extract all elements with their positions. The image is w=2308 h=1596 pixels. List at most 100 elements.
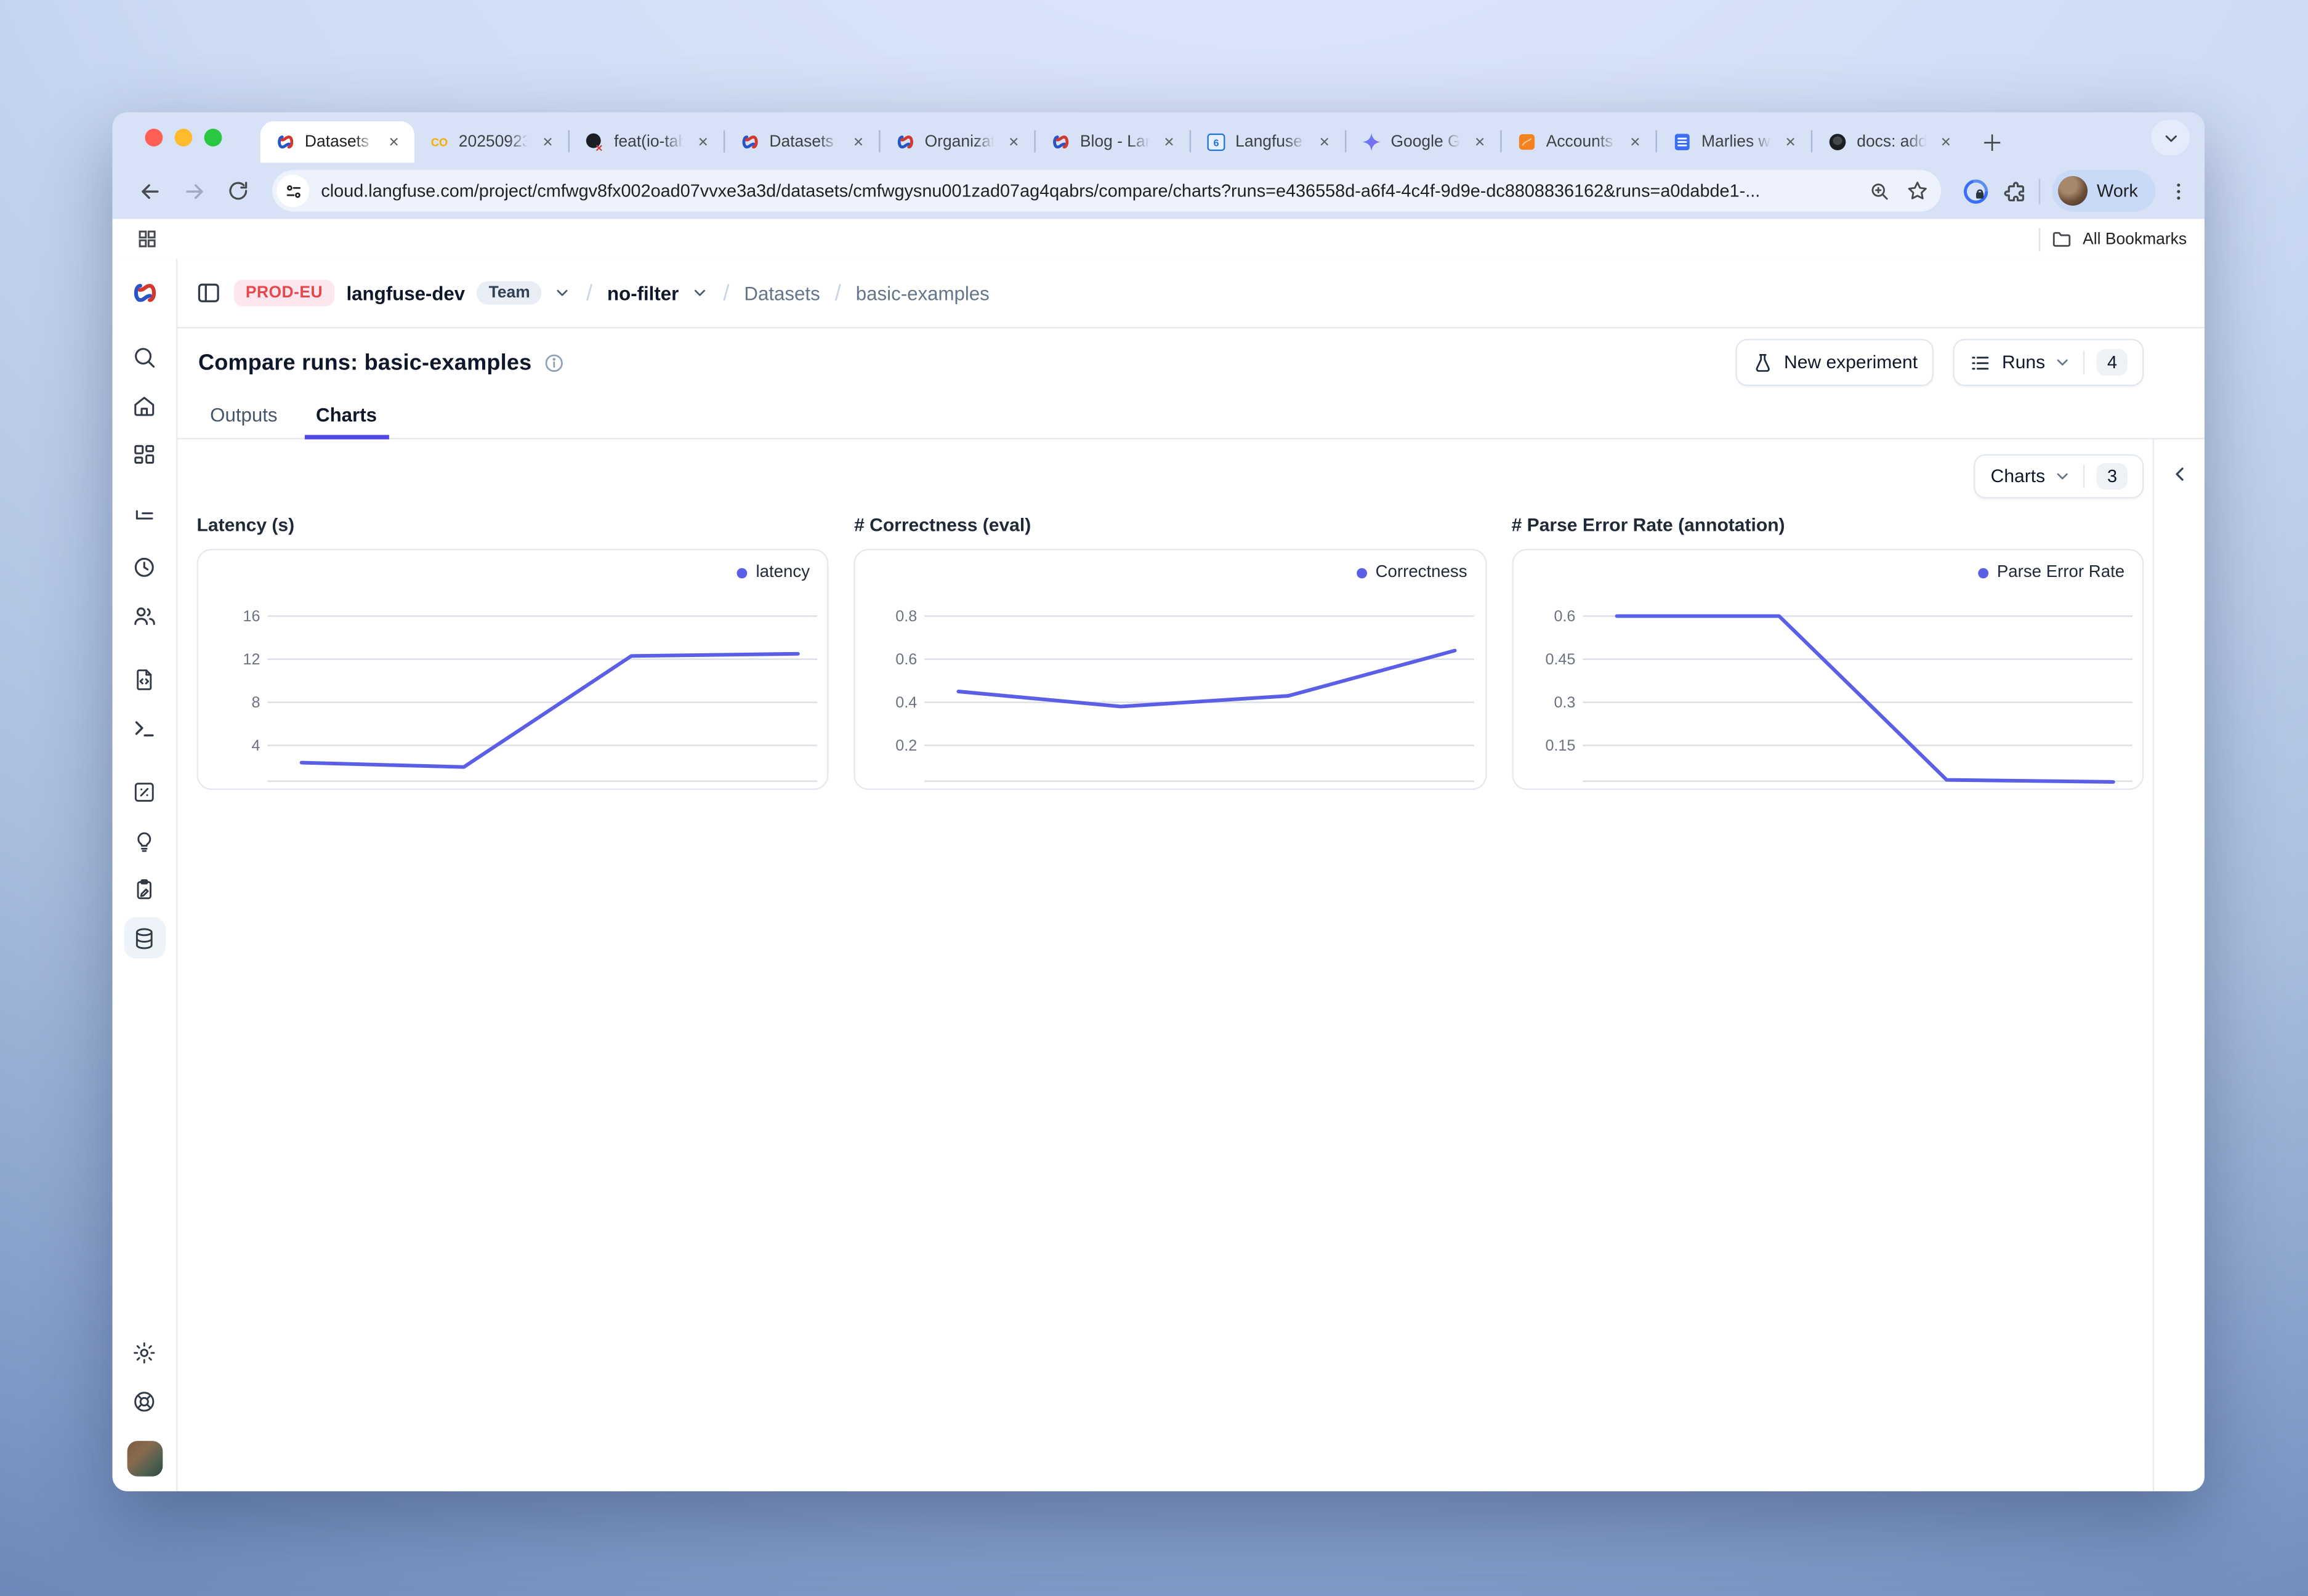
org-switcher-chevron-icon[interactable]: [554, 284, 571, 302]
kebab-menu-icon[interactable]: [2168, 180, 2190, 202]
sidebar-toggle-icon[interactable]: [195, 280, 222, 306]
tab-search-button[interactable]: [2151, 120, 2189, 156]
sidebar-item-insights[interactable]: [124, 820, 165, 861]
forward-arrow-icon: [181, 179, 206, 204]
tab-close-icon[interactable]: ✕: [1471, 132, 1488, 151]
runs-button[interactable]: Runs 4: [1953, 339, 2144, 386]
home-icon: [132, 393, 157, 418]
org-name[interactable]: langfuse-dev: [347, 282, 466, 304]
chart-title: # Correctness (eval): [854, 515, 1487, 536]
sidebar-item-search[interactable]: [124, 336, 165, 377]
browser-tab[interactable]: Accounts | ✕: [1502, 121, 1656, 163]
url-bar[interactable]: cloud.langfuse.com/project/cmfwgv8fx002o…: [272, 170, 1942, 211]
info-icon[interactable]: [544, 352, 566, 374]
runs-label: Runs: [2002, 352, 2045, 373]
tab-favicon-icon: 6: [1206, 132, 1227, 153]
sidebar-item-home[interactable]: [124, 385, 165, 426]
sidebar-item-users[interactable]: [124, 595, 165, 636]
sidebar-item-tracing[interactable]: [124, 497, 165, 538]
minimize-window-icon[interactable]: [175, 129, 193, 147]
svg-text:0.4: 0.4: [896, 694, 918, 711]
tab-close-icon[interactable]: ✕: [385, 132, 403, 151]
all-bookmarks[interactable]: All Bookmarks: [2038, 227, 2187, 251]
langfuse-logo-icon[interactable]: [128, 276, 161, 309]
chart-block: # Parse Error Rate (annotation) Parse Er…: [1512, 515, 2144, 790]
project-switcher-chevron-icon[interactable]: [691, 284, 709, 302]
breadcrumb-separator: /: [832, 280, 844, 305]
tab-close-icon[interactable]: ✕: [1937, 132, 1955, 151]
langfuse-app: PROD-EU langfuse-dev Team / no-filter / …: [113, 259, 2205, 1491]
new-experiment-button[interactable]: New experiment: [1735, 339, 1934, 386]
chart-card: Correctness 0.80.60.40.2: [854, 549, 1487, 790]
sidebar-item-support[interactable]: [124, 1380, 165, 1422]
browser-tab[interactable]: CO 20250923 ✕: [414, 121, 568, 163]
search-icon: [132, 344, 157, 369]
user-avatar[interactable]: [126, 1441, 162, 1477]
sidebar-bottom: [124, 1331, 165, 1491]
page-header: Compare runs: basic-examples New experim…: [177, 328, 2205, 397]
new-tab-button[interactable]: ＋: [1981, 133, 2003, 155]
folder-icon: [2050, 228, 2072, 250]
browser-tab[interactable]: Blog - Lang ✕: [1036, 121, 1190, 163]
tab-list: Datasets | L ✕ CO 20250923 ✕ ✕ feat(io-t…: [260, 113, 1966, 163]
url-text: cloud.langfuse.com/project/cmfwgv8fx002o…: [321, 180, 1857, 201]
tab-charts[interactable]: Charts: [304, 404, 389, 438]
close-window-icon[interactable]: [145, 129, 163, 147]
chart-card: latency 161284: [197, 549, 829, 790]
zoom-level-icon[interactable]: [1869, 180, 1891, 202]
browser-profile-chip[interactable]: Work: [2052, 170, 2156, 211]
charts-select-button[interactable]: Charts 3: [1974, 454, 2144, 499]
button-divider: [2084, 464, 2085, 488]
browser-tab[interactable]: ✕ feat(io-tab ✕: [570, 121, 724, 163]
sidebar-item-dashboards[interactable]: [124, 433, 165, 475]
breadcrumb-separator: /: [720, 280, 733, 305]
scores-icon: [132, 779, 157, 804]
browser-tab[interactable]: Marlies we ✕: [1657, 121, 1811, 163]
project-name[interactable]: no-filter: [607, 282, 679, 304]
tab-favicon-icon: [275, 132, 296, 153]
sidebar-item-datasets[interactable]: [124, 917, 165, 959]
back-button[interactable]: [130, 172, 168, 210]
sidebar-item-sessions[interactable]: [124, 546, 165, 587]
tab-close-icon[interactable]: ✕: [1161, 132, 1178, 151]
desktop: Datasets | L ✕ CO 20250923 ✕ ✕ feat(io-t…: [0, 0, 2308, 1596]
breadcrumb-datasets-link[interactable]: Datasets: [744, 282, 820, 304]
chart-title: # Parse Error Rate (annotation): [1512, 515, 2144, 536]
panel-expand-button[interactable]: [2163, 457, 2196, 490]
tab-title: Marlies we: [1701, 133, 1773, 151]
browser-tab[interactable]: docs: add ✕: [1812, 121, 1966, 163]
flask-icon: [1751, 352, 1773, 374]
breadcrumb-dataset-name[interactable]: basic-examples: [856, 282, 990, 304]
annotation-queues-icon: [132, 877, 157, 902]
tab-close-icon[interactable]: ✕: [1627, 132, 1644, 151]
browser-tab[interactable]: Google Ger ✕: [1346, 121, 1500, 163]
zoom-window-icon[interactable]: [204, 129, 222, 147]
tab-favicon-icon: [1517, 132, 1538, 153]
tab-close-icon[interactable]: ✕: [539, 132, 557, 151]
bookmark-star-icon[interactable]: [1906, 179, 1929, 203]
toolbar-extensions-area: Work: [1962, 170, 2189, 211]
tab-close-icon[interactable]: ✕: [1316, 132, 1333, 151]
tab-close-icon[interactable]: ✕: [1005, 132, 1022, 151]
sidebar-item-settings[interactable]: [124, 1331, 165, 1372]
apps-grid-icon[interactable]: [136, 228, 158, 250]
password-manager-icon[interactable]: [1962, 177, 1990, 205]
browser-tab[interactable]: Datasets | L ✕: [260, 121, 414, 163]
tab-close-icon[interactable]: ✕: [850, 132, 867, 151]
browser-tab[interactable]: 6 Langfuse - ✕: [1191, 121, 1345, 163]
all-bookmarks-label: All Bookmarks: [2083, 230, 2187, 248]
site-info-icon[interactable]: [276, 175, 309, 208]
extensions-puzzle-icon[interactable]: [2002, 179, 2027, 204]
reload-button[interactable]: [219, 172, 257, 210]
app-main: PROD-EU langfuse-dev Team / no-filter / …: [177, 259, 2205, 1491]
browser-tab[interactable]: Organizatio ✕: [881, 121, 1035, 163]
tab-close-icon[interactable]: ✕: [1782, 132, 1799, 151]
tab-close-icon[interactable]: ✕: [695, 132, 712, 151]
sidebar-item-annotation-queues[interactable]: [124, 868, 165, 909]
sidebar-item-scores[interactable]: [124, 771, 165, 812]
sidebar-item-playground[interactable]: [124, 707, 165, 748]
forward-button[interactable]: [175, 172, 213, 210]
tab-outputs[interactable]: Outputs: [198, 404, 289, 438]
browser-tab[interactable]: Datasets | L ✕: [725, 121, 879, 163]
sidebar-item-prompts[interactable]: [124, 658, 165, 699]
